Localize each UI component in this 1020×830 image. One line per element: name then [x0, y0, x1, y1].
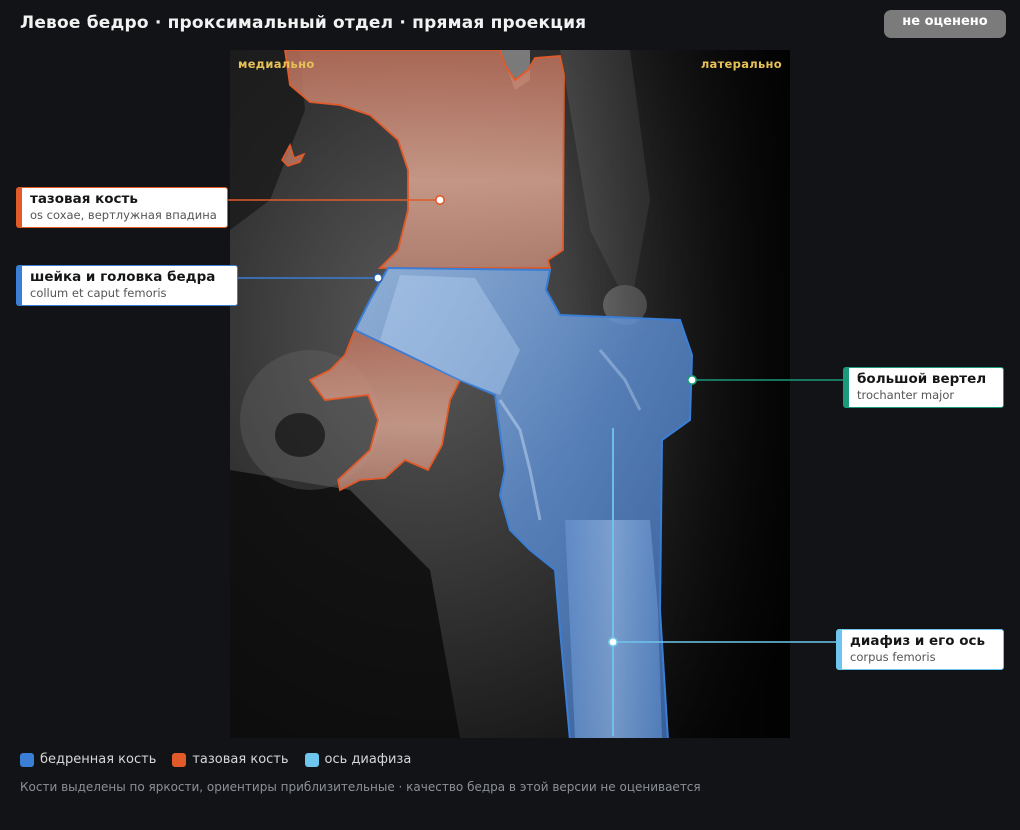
- legend-item-pelvis: тазовая кость: [172, 752, 289, 767]
- callout-subtitle: corpus femoris: [850, 650, 936, 664]
- callout-subtitle: os coxae, вертлужная впадина: [30, 208, 217, 222]
- legend-swatch: [304, 752, 319, 767]
- legend-label: ось диафиза: [324, 752, 412, 767]
- legend-item-shaft-axis: ось диафиза: [304, 752, 412, 767]
- legend-item-femur: бедренная кость: [20, 752, 156, 767]
- callout-title: шейка и головка бедра: [30, 269, 216, 285]
- legend-swatch: [20, 752, 34, 767]
- callout-title: диафиз и его ось: [850, 633, 986, 649]
- callout-shaft[interactable]: диафиз и его ось corpus femoris: [836, 629, 1004, 670]
- status-badge[interactable]: не оценено: [884, 10, 1006, 38]
- callout-subtitle: collum et caput femoris: [30, 286, 167, 300]
- callout-title: большой вертел: [857, 371, 987, 387]
- callout-title: тазовая кость: [30, 191, 138, 207]
- xray-viewer[interactable]: медиально латерально: [230, 50, 790, 738]
- legend-label: бедренная кость: [40, 752, 157, 767]
- footnote: Кости выделены по яркости, ориентиры при…: [20, 780, 701, 794]
- orientation-medial: медиально: [238, 57, 315, 71]
- page-title: Левое бедро · проксимальный отдел · прям…: [20, 13, 587, 33]
- xray-image: [230, 50, 790, 738]
- callout-neck[interactable]: шейка и головка бедра collum et caput fe…: [16, 265, 238, 306]
- legend-swatch: [172, 752, 187, 767]
- callout-pelvis[interactable]: тазовая кость os coxae, вертлужная впади…: [16, 187, 228, 228]
- callout-subtitle: trochanter major: [857, 388, 955, 402]
- legend: бедренная кость тазовая кость ось диафиз…: [20, 752, 427, 767]
- callout-trochanter[interactable]: большой вертел trochanter major: [843, 367, 1004, 408]
- orientation-lateral: латерально: [700, 57, 782, 71]
- legend-label: тазовая кость: [192, 752, 289, 767]
